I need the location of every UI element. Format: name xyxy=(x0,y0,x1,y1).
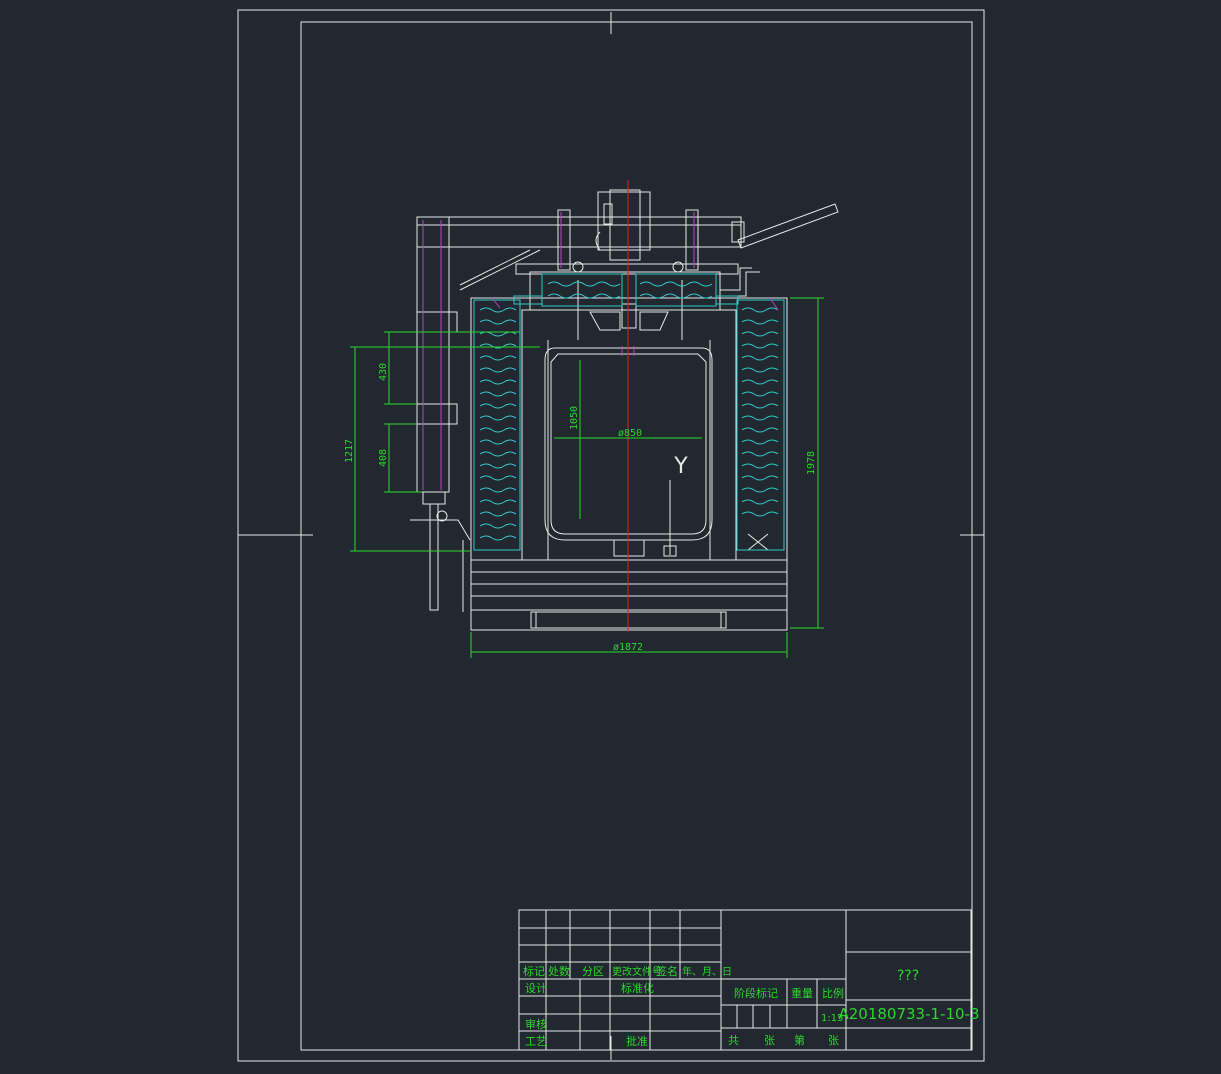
design-label: 设计 xyxy=(525,982,547,995)
sheet-total-unit: 张 xyxy=(764,1034,775,1047)
title-block-text: 标记 处数 分区 更改文件号 签名 年、月、日 设计 标准化 审核 工艺 批准 … xyxy=(523,964,980,1048)
header-change-doc: 更改文件号 xyxy=(612,965,662,978)
insulation-right xyxy=(736,299,785,551)
lid-insulation xyxy=(513,273,739,307)
insulation-left xyxy=(473,299,521,551)
drawing-name: ??? xyxy=(897,968,919,984)
review-label: 审核 xyxy=(525,1017,547,1031)
dim-1978: 1978 xyxy=(806,451,817,475)
dim-408: 408 xyxy=(378,449,389,467)
header-date: 年、月、日 xyxy=(682,965,732,978)
dim-1217: 1217 xyxy=(344,439,355,463)
dimension-lines xyxy=(350,297,824,658)
stage-mark-label: 阶段标记 xyxy=(734,986,778,1000)
drawing-sheet: 430 408 1217 1050 ø850 1978 ø1872 Y 标记 处… xyxy=(237,9,985,1062)
header-signature: 签名 xyxy=(656,964,678,978)
approve-label: 批准 xyxy=(626,1034,648,1048)
header-zone: 分区 xyxy=(582,965,604,978)
ratio-label: 比例 xyxy=(822,986,844,1000)
sheet-frame xyxy=(237,9,985,1062)
view-label-y: Y xyxy=(673,454,688,479)
sheet-total-label: 共 xyxy=(728,1034,739,1047)
standardization-label: 标准化 xyxy=(621,981,654,995)
dim-1050: 1050 xyxy=(569,406,580,430)
dim-430: 430 xyxy=(378,363,389,381)
sheet-no-unit: 张 xyxy=(828,1034,839,1047)
dim-850: ø850 xyxy=(618,428,642,439)
drawing-number: A20180733-1-10-3 xyxy=(838,1005,979,1023)
accent-parts xyxy=(422,212,779,490)
header-count: 处数 xyxy=(548,965,570,978)
weight-label: 重量 xyxy=(791,986,813,1000)
process-label: 工艺 xyxy=(525,1035,547,1048)
sheet-no-label: 第 xyxy=(794,1033,805,1047)
header-mark: 标记 xyxy=(523,964,545,978)
dim-1872: ø1872 xyxy=(613,642,643,653)
